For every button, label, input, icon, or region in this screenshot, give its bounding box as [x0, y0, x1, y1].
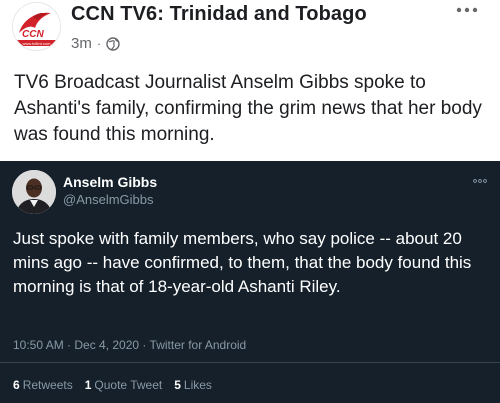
quote-tweets-count: 1: [84, 378, 92, 392]
tweet-text: Just spoke with family members, who say …: [13, 229, 472, 296]
tweet-stats: 6 Retweets 1 Quote Tweet 5 Likes: [13, 378, 224, 392]
more-horizontal-icon[interactable]: [454, 3, 480, 17]
retweets-count: 6: [13, 378, 20, 392]
tweet-more-icon[interactable]: [472, 177, 488, 185]
tweet-author-handle[interactable]: @AnselmGibbs: [63, 192, 154, 207]
globe-icon: [106, 36, 120, 51]
retweets-stat[interactable]: 6 Retweets: [13, 378, 73, 392]
post-text: TV6 Broadcast Journalist Anselm Gibbs sp…: [14, 72, 482, 145]
svg-text:www.tv6tnt.com: www.tv6tnt.com: [22, 41, 51, 46]
svg-text:CCN: CCN: [22, 29, 44, 40]
meta-separator: ·: [96, 36, 102, 51]
tweet-avatar[interactable]: [12, 170, 56, 214]
page-avatar[interactable]: CCN www.tv6tnt.com: [12, 2, 61, 51]
post-meta: 3m ·: [71, 35, 120, 52]
page-name[interactable]: CCN TV6: Trinidad and Tobago: [71, 3, 367, 26]
likes-count: 5: [174, 378, 181, 392]
ccn-logo-icon: CCN www.tv6tnt.com: [13, 3, 60, 50]
embedded-tweet-image[interactable]: Anselm Gibbs @AnselmGibbs Just spoke wit…: [0, 161, 500, 403]
facebook-post: CCN www.tv6tnt.com CCN TV6: Trinidad and…: [0, 0, 500, 403]
likes-label: Likes: [183, 378, 212, 392]
tweet-divider: [0, 362, 500, 363]
post-time[interactable]: 3m: [71, 35, 92, 52]
tweet-author-name[interactable]: Anselm Gibbs: [63, 174, 157, 190]
retweets-label: Retweets: [22, 378, 73, 392]
post-header: CCN www.tv6tnt.com CCN TV6: Trinidad and…: [0, 0, 500, 62]
likes-stat[interactable]: 5 Likes: [174, 378, 212, 392]
quote-tweets-stat[interactable]: 1 Quote Tweet: [85, 378, 163, 392]
person-avatar-icon: [12, 170, 56, 214]
quote-tweets-label: Quote Tweet: [94, 378, 163, 392]
tweet-timestamp[interactable]: 10:50 AM · Dec 4, 2020 · Twitter for And…: [13, 338, 246, 352]
